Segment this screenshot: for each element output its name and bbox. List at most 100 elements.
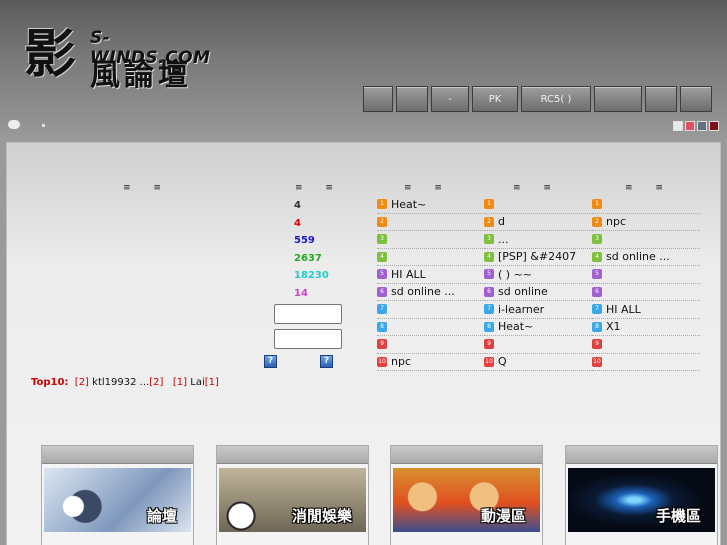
ranking-row[interactable]: 1 (592, 196, 700, 214)
mobile-section-card[interactable]: 手機區 (565, 445, 718, 545)
nav-button[interactable] (363, 86, 393, 112)
theme-swatch[interactable] (673, 121, 683, 131)
ranking-text: HI ALL (606, 302, 641, 316)
stat-value: 559 (294, 235, 315, 246)
nav-button[interactable]: PK (472, 86, 518, 112)
nav-button[interactable]: - (431, 86, 469, 112)
ranking-text: [PSP] &#2407 (498, 250, 577, 264)
nav-button[interactable] (680, 86, 712, 112)
nav-button[interactable] (396, 86, 428, 112)
ranking-row[interactable]: 10 (592, 354, 700, 371)
ranking-row[interactable]: 7 i-learner (484, 301, 592, 319)
ranking-row[interactable]: 3... (484, 231, 592, 249)
ranking-row[interactable]: 10 Q (484, 354, 592, 371)
password-input[interactable] (274, 329, 342, 349)
ranking-row[interactable]: 4 (377, 249, 485, 266)
ranking-row[interactable]: 9 (592, 336, 700, 354)
ranking-row[interactable]: 7 (377, 301, 485, 319)
ranking-row[interactable]: 5 ( ) ~~ (484, 266, 592, 284)
ranking-text: Heat~ (498, 320, 534, 334)
top10-label: Top10: (31, 377, 69, 388)
stat-value: 14 (294, 287, 308, 299)
nav-button[interactable] (645, 86, 677, 112)
ranking-row[interactable]: 6 sd online (484, 284, 592, 301)
card-header (391, 446, 542, 464)
top10-user[interactable]: ktl19932 ... (92, 377, 149, 388)
forum-section-card[interactable]: 論壇 (41, 445, 194, 545)
column-header-2: ≡ ≡ (295, 183, 343, 193)
status-bar (6, 118, 721, 134)
rank-badge-icon: 3 (377, 234, 387, 245)
ranking-row[interactable]: 10 npc (377, 354, 485, 371)
rank-badge-icon: 5 (377, 269, 387, 280)
username-input[interactable] (274, 304, 342, 324)
forum-stats: 4 4 559 2637 18230 14 (294, 197, 329, 302)
rank-badge-icon: 9 (592, 339, 602, 350)
rank-badge-icon: 3 (484, 234, 494, 245)
leisure-section-card[interactable]: 消閒娛樂 (216, 445, 369, 545)
ranking-text: d (498, 215, 505, 229)
theme-swatch[interactable] (709, 121, 719, 131)
nav-button[interactable]: RC5( ) (521, 86, 591, 112)
top10-count: [1] (172, 377, 188, 388)
ranking-text: i-learner (498, 302, 545, 316)
rank-badge-icon: 5 (592, 269, 602, 280)
rank-badge-icon: 4 (592, 251, 602, 262)
leisure-banner-image: 消閒娛樂 (219, 468, 366, 532)
ranking-column: 1 2 d 3... 4 [PSP] &#2407 5( ) ~~ 6 sd online 7 i-… (484, 196, 592, 371)
ranking-row[interactable]: 6 sd online ... (377, 284, 485, 301)
stat-value: 4 (294, 217, 301, 229)
ranking-row[interactable]: 8 (377, 319, 485, 336)
ranking-row[interactable]: 5 (592, 266, 700, 284)
ranking-row[interactable]: 9 (484, 336, 592, 354)
ranking-column: 1 2 npc 3 4 sd online ... 5 6 7 HI ALL 8 X1 9 10 (592, 196, 700, 371)
card-label: 手機區 (655, 507, 701, 525)
ranking-row[interactable]: 4 [PSP] &#2407 (484, 249, 592, 266)
help-icon[interactable]: ? (320, 355, 333, 368)
forum-banner-image: 論壇 (44, 468, 191, 532)
ranking-row[interactable]: 5 HI ALL (377, 266, 485, 284)
column-header-1: ≡ ≡ (123, 183, 171, 193)
ranking-row[interactable]: 9 (377, 336, 485, 354)
rank-badge-icon: 2 (484, 216, 494, 227)
rank-badge-icon: 4 (484, 251, 494, 262)
ranking-row[interactable]: 1 Heat~ (377, 196, 485, 214)
ranking-row[interactable]: 1 (484, 196, 592, 214)
rank-badge-icon: 3 (592, 234, 602, 245)
chat-bubble-icon[interactable] (8, 120, 20, 129)
main-panel: ≡ ≡ ≡ ≡ ≡ ≡ ≡ ≡ ≡ ≡ 4 4 559 2637 18230 1… (6, 142, 721, 545)
ranking-row[interactable]: 2 npc (592, 214, 700, 231)
column-header-3: ≡ ≡ (404, 183, 452, 193)
help-icon[interactable]: ? (264, 355, 277, 368)
card-header (42, 446, 193, 464)
rank-badge-icon: 10 (377, 356, 387, 367)
ranking-row[interactable]: 4 sd online ... (592, 249, 700, 266)
card-header (217, 446, 368, 464)
ranking-row[interactable]: 2d (484, 214, 592, 231)
ranking-text: ( ) ~~ (498, 267, 533, 281)
theme-swatch[interactable] (685, 121, 695, 131)
rank-badge-icon: 1 (484, 199, 494, 210)
ranking-row[interactable]: 6 (592, 284, 700, 301)
rank-badge-icon: 9 (484, 339, 494, 350)
mobile-banner-image: 手機區 (568, 468, 715, 532)
theme-swatch[interactable] (697, 121, 707, 131)
nav-button[interactable] (594, 86, 642, 112)
ranking-row[interactable]: 3 (377, 231, 485, 249)
top10-user[interactable]: Lai (190, 377, 204, 388)
ranking-row[interactable]: 8 Heat~ (484, 319, 592, 336)
top10-count: [2] (149, 377, 164, 388)
anime-section-card[interactable]: 動漫區 (390, 445, 543, 545)
ranking-text: sd online ... (391, 285, 455, 299)
rank-badge-icon: 7 (377, 304, 387, 315)
stat-value: 4 (294, 200, 301, 211)
top10-count: [1] (204, 377, 219, 388)
ranking-row[interactable]: 2 (377, 214, 485, 231)
card-label: 消閒娛樂 (291, 507, 352, 525)
ranking-row[interactable]: 7 HI ALL (592, 301, 700, 319)
site-logo[interactable]: 影 S-WINDS.COM 風論壇 (24, 26, 229, 94)
ranking-row[interactable]: 3 (592, 231, 700, 249)
ranking-row[interactable]: 8 X1 (592, 319, 700, 336)
card-header (566, 446, 717, 464)
rank-badge-icon: 1 (377, 199, 387, 210)
